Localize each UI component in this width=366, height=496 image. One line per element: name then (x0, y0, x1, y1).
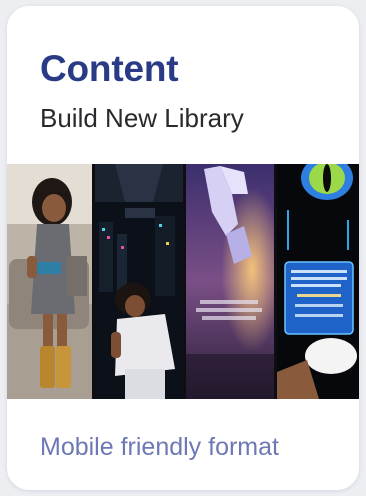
comic-panel (277, 164, 359, 399)
cat-eye-screen-illustration (277, 164, 359, 399)
comic-panel (186, 164, 274, 399)
night-city-girl-illustration (95, 164, 183, 399)
comic-panel (7, 164, 92, 399)
comic-panel (95, 164, 183, 399)
content-card[interactable]: Content Build New Library Mobile friendl… (7, 6, 359, 490)
card-subtitle: Build New Library (40, 103, 244, 133)
card-title: Content (40, 48, 179, 89)
reading-girl-illustration (7, 164, 92, 399)
glowing-hand-illustration (186, 164, 274, 399)
card-footer-caption: Mobile friendly format (40, 433, 279, 461)
comic-preview-strip (7, 164, 359, 399)
